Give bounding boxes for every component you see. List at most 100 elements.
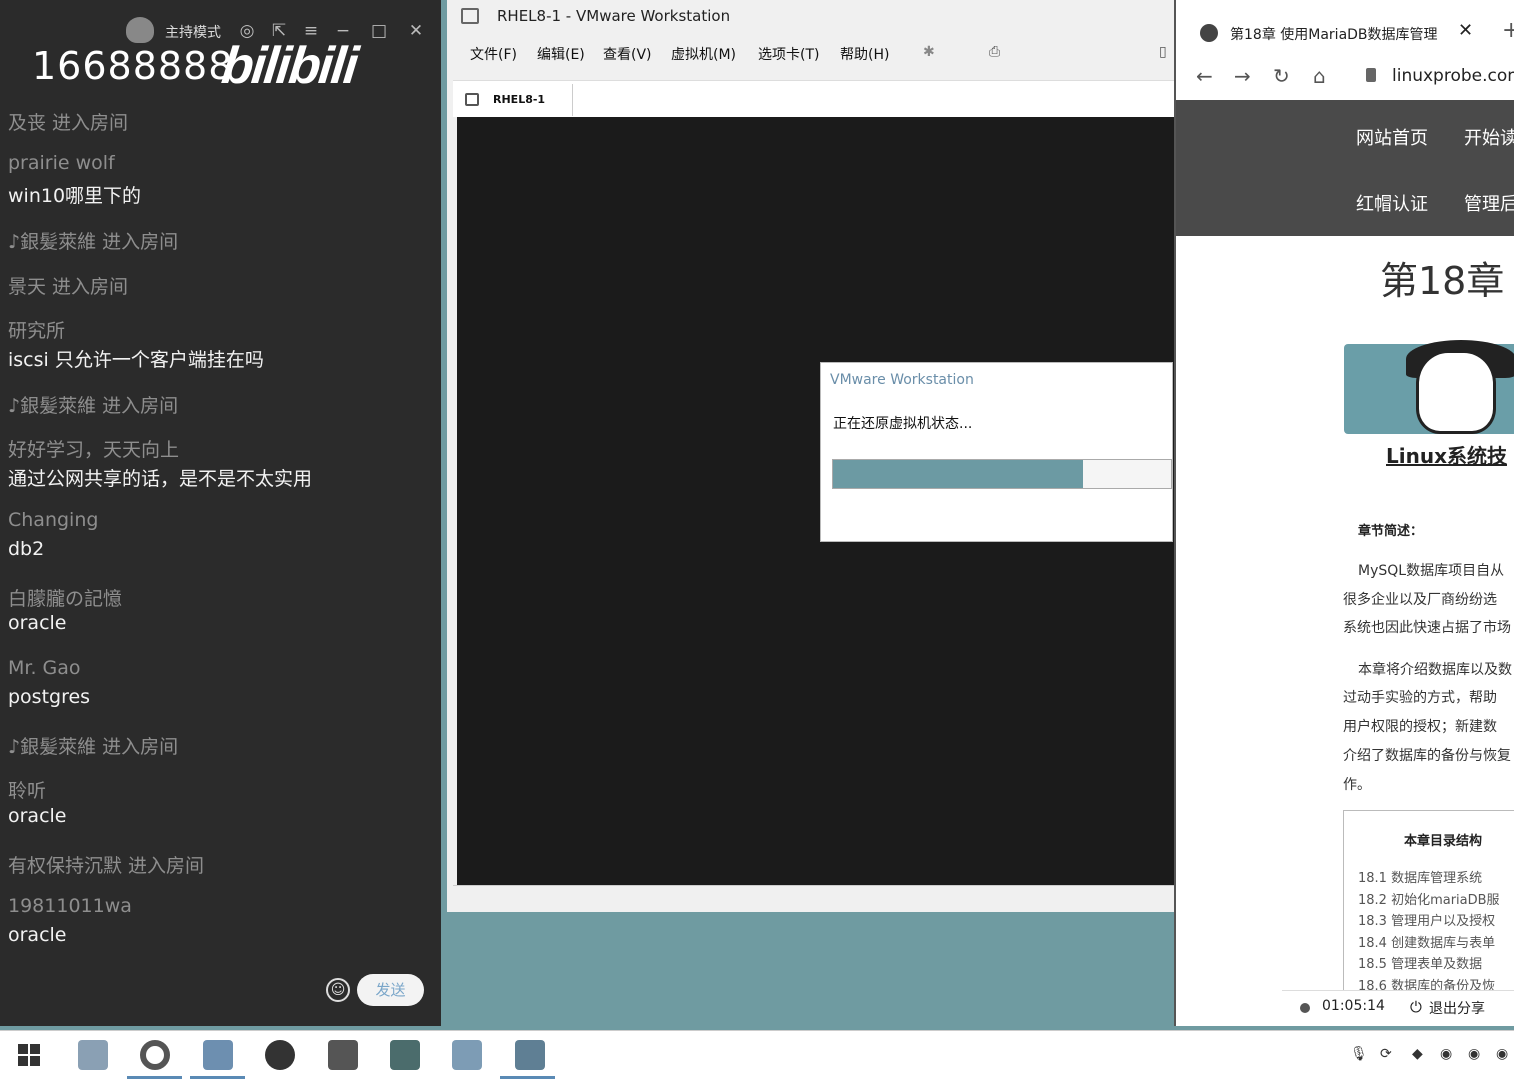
host-mode-label[interactable]: 主持模式 [165, 22, 221, 42]
summary-line: 过动手实验的方式，帮助 [1343, 690, 1497, 706]
power-icon[interactable]: ⏻ [1410, 998, 1422, 1016]
menu-help[interactable]: 帮助(H) [840, 44, 889, 64]
close-icon[interactable]: ✕ [405, 20, 427, 42]
book-title-link[interactable]: Linux系统技 [1386, 440, 1507, 469]
browser-tab-title[interactable]: 第18章 使用MariaDB数据库管理 [1230, 24, 1440, 44]
chat-tray-icon[interactable]: ◉ [1440, 1046, 1456, 1064]
dialog-title: VMware Workstation [830, 372, 974, 388]
site-favicon-icon [1200, 24, 1218, 42]
room-id: 16688888 [32, 44, 234, 88]
home-icon[interactable]: ⌂ [1313, 64, 1326, 88]
editor-icon[interactable] [452, 1040, 482, 1070]
address-bar[interactable]: linuxprobe.com [1392, 66, 1514, 86]
menu-view[interactable]: 查看(V) [603, 44, 652, 64]
restore-state-dialog: VMware Workstation 正在还原虚拟机状态... [820, 362, 1173, 542]
summary-line: 本章将介绍数据库以及数 [1358, 662, 1512, 678]
chat-enter-notice: 景天 进入房间 [8, 276, 129, 298]
exit-share-button[interactable]: 退出分享 [1429, 998, 1485, 1018]
chat-username[interactable]: Changing [8, 509, 98, 531]
chat-username[interactable]: 研究所 [8, 316, 65, 343]
new-tab-icon[interactable]: + [1502, 18, 1514, 43]
notes-icon[interactable] [515, 1040, 545, 1070]
chat-enter-notice: ♪銀髪萊維 进入房间 [8, 231, 179, 253]
mascot-icon [126, 17, 154, 43]
taskbar-active-indicator [500, 1076, 555, 1079]
menu-vm[interactable]: 虚拟机(M) [671, 44, 736, 64]
dialog-message: 正在还原虚拟机状态... [833, 416, 973, 432]
qq-tray-icon[interactable]: ◉ [1468, 1046, 1484, 1064]
app-tray-icon[interactable]: ◆ [1412, 1046, 1428, 1064]
nav-admin-link[interactable]: 管理后 [1464, 190, 1514, 216]
vmware-taskbar-icon[interactable] [203, 1040, 233, 1070]
maximize-icon[interactable]: □ [368, 20, 390, 42]
file-explorer-icon[interactable] [78, 1040, 108, 1070]
toc-title: 本章目录结构 [1404, 834, 1483, 849]
chat-message-text: db2 [8, 538, 45, 560]
live-chat-panel: 主持模式 ◎ ⇱ ≡ − □ ✕ 16688888 bilibili 及丧 进入… [0, 0, 441, 1026]
bilibili-logo: bilibili [218, 37, 360, 95]
sync-icon[interactable]: ⟳ [1380, 1046, 1396, 1064]
chrome-icon[interactable] [140, 1040, 170, 1070]
window-title: RHEL8-1 - VMware Workstation [497, 7, 731, 25]
chat-message-text: oracle [8, 805, 67, 827]
progress-bar [832, 459, 1172, 489]
menu-file[interactable]: 文件(F) [470, 44, 517, 64]
browser-window: 第18章 使用MariaDB数据库管理 ✕ + ← → ↻ ⌂ linuxpro… [1174, 0, 1514, 1026]
chat-username[interactable]: Mr. Gao [8, 657, 81, 679]
chat-enter-notice: 有权保持沉默 进入房间 [8, 855, 205, 877]
reload-icon[interactable]: ↻ [1273, 64, 1290, 88]
tab-close-icon[interactable]: ✕ [1458, 20, 1473, 41]
chat-username[interactable]: 聆听 [8, 776, 46, 803]
toc-item[interactable]: 18.4 创建数据库与表单 [1358, 932, 1495, 951]
chat-message-text: oracle [8, 924, 67, 946]
screen-capture-icon[interactable] [328, 1040, 358, 1070]
chat-enter-notice: ♪銀髪萊維 进入房间 [8, 736, 179, 758]
nav-redhat-cert-link[interactable]: 红帽认证 [1356, 190, 1428, 216]
emoji-icon[interactable]: ☺ [326, 978, 350, 1002]
power-icon[interactable]: ✱ [923, 44, 935, 60]
chat-message-text: postgres [8, 686, 91, 708]
taskbar-active-indicator [127, 1076, 182, 1079]
network-tray-icon[interactable]: ◉ [1496, 1046, 1512, 1064]
send-button[interactable]: 发送 [357, 974, 424, 1006]
nav-home-link[interactable]: 网站首页 [1356, 124, 1428, 150]
microphone-icon[interactable]: 🎙 [1350, 1046, 1368, 1064]
terminal-icon[interactable] [390, 1040, 420, 1070]
windows-start-icon[interactable] [18, 1044, 40, 1066]
chat-message-text: iscsi 只允许一个客户端挂在吗 [8, 349, 264, 371]
chat-enter-notice: ♪銀髪萊維 进入房间 [8, 395, 179, 417]
chat-username[interactable]: 好好学习，天天向上 [8, 435, 179, 462]
toc-item[interactable]: 18.2 初始化mariaDB服 [1358, 889, 1500, 908]
nav-start-reading-link[interactable]: 开始读 [1464, 124, 1514, 150]
library-icon[interactable]: ▯ [1159, 44, 1167, 60]
menu-edit[interactable]: 编辑(E) [537, 44, 585, 64]
toc-item[interactable]: 18.3 管理用户以及授权 [1358, 910, 1495, 929]
menu-tabs[interactable]: 选项卡(T) [758, 44, 819, 64]
vm-tab-icon [465, 93, 479, 106]
book-illustration-face [1416, 350, 1496, 434]
chat-username[interactable]: 白朦朧の記憶 [8, 584, 122, 611]
forward-icon[interactable]: → [1234, 64, 1251, 88]
obs-icon[interactable] [265, 1040, 295, 1070]
toc-item[interactable]: 18.1 数据库管理系统 [1358, 867, 1482, 886]
status-bar [453, 885, 1180, 912]
vmware-app-icon [461, 8, 479, 24]
chat-username[interactable]: prairie wolf [8, 152, 115, 174]
back-icon[interactable]: ← [1196, 64, 1213, 88]
summary-line: 很多企业以及厂商纷纷选 [1343, 592, 1497, 608]
chat-username[interactable]: 19811011wa [8, 895, 132, 917]
share-timer: 01:05:14 [1322, 998, 1385, 1014]
summary-line: 介绍了数据库的备份与恢复 [1343, 748, 1511, 764]
lock-icon [1366, 68, 1376, 82]
recording-dot-icon [1300, 1003, 1310, 1013]
summary-line: 系统也因此快速占据了市场 [1343, 620, 1511, 636]
chat-enter-notice: 及丧 进入房间 [8, 112, 129, 134]
summary-line: 用户权限的授权；新建数 [1343, 719, 1497, 735]
summary-line: MySQL数据库项目自从 [1358, 563, 1505, 579]
snapshot-icon[interactable]: ⎙ [989, 44, 1000, 60]
chat-message-text: 通过公网共享的话，是不是不太实用 [8, 468, 313, 490]
chapter-heading: 第18章 [1380, 259, 1505, 303]
toc-item[interactable]: 18.5 管理表单及数据 [1358, 953, 1482, 972]
progress-fill [833, 460, 1084, 488]
taskbar-active-indicator [190, 1076, 245, 1079]
